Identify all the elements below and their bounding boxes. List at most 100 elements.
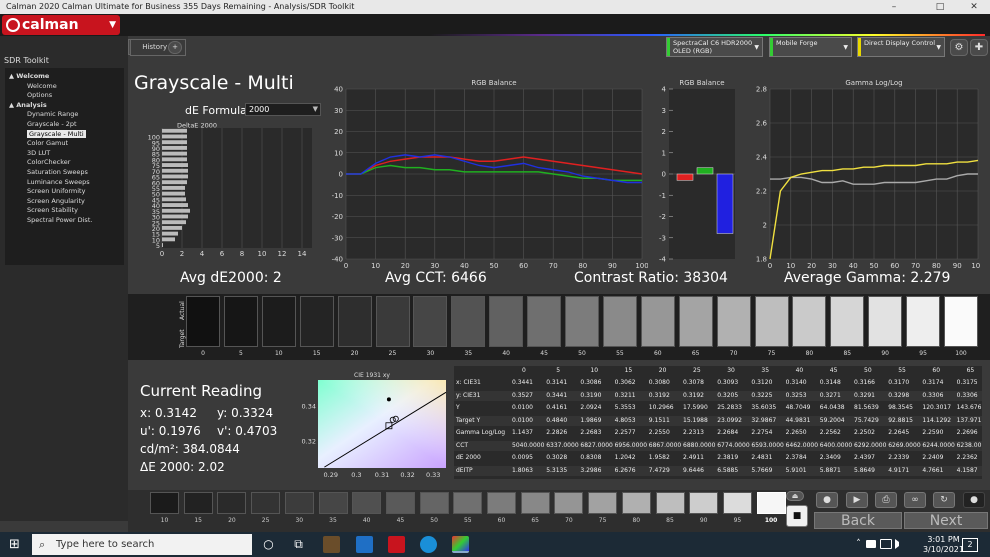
patch-swatch-50[interactable]	[419, 492, 449, 514]
table-row[interactable]: Y 0.0100 0.4161 2.0924 5.3553 10.2966 17.5990 2…	[454, 403, 982, 414]
save-button[interactable]: ⎙	[875, 492, 897, 508]
back-button[interactable]: Back	[814, 512, 902, 529]
nav-item-8[interactable]: 3D LUT	[27, 149, 50, 157]
refresh-button[interactable]: ↻	[933, 492, 955, 508]
file-explorer-icon[interactable]	[323, 536, 340, 553]
meter-selector[interactable]: SpectraCal C6 HDR2000 OLED (RGB) ▼	[666, 37, 763, 57]
nav-item-10[interactable]: Saturation Sweeps	[27, 168, 88, 176]
nav-item-11[interactable]: Luminance Sweeps	[27, 178, 90, 186]
play-button[interactable]: ▶	[846, 492, 868, 508]
nav-item-12[interactable]: Screen Uniformity	[27, 187, 85, 195]
patch-swatch-75[interactable]	[588, 492, 618, 514]
nav-group-0[interactable]: ▲ Welcome	[9, 72, 49, 80]
nav-item-7[interactable]: Color Gamut	[27, 139, 68, 147]
calman-logo[interactable]: calman ▼	[2, 15, 120, 35]
table-cell: 2.2683	[580, 429, 602, 436]
patch-swatch-15[interactable]	[183, 492, 213, 514]
nav-item-1[interactable]: Welcome	[27, 82, 57, 90]
network-icon[interactable]	[880, 539, 892, 549]
patch-swatch-70[interactable]	[554, 492, 584, 514]
table-cell: 2.2684	[717, 429, 739, 436]
patch-swatch-95[interactable]	[722, 492, 752, 514]
y-tick-label: -30	[332, 234, 343, 242]
table-row[interactable]: y: CIE31 0.3527 0.3441 0.3190 0.3211 0.3192 0.…	[454, 390, 982, 401]
edge-browser-icon[interactable]	[420, 536, 437, 553]
nav-item-15[interactable]: Spectral Power Dist.	[27, 216, 92, 224]
notification-icon[interactable]: 2	[962, 538, 978, 552]
x-tick-label: 20	[401, 262, 410, 270]
y-tick-label: -20	[332, 213, 343, 221]
nav-group-3[interactable]: ▲ Analysis	[9, 101, 47, 109]
patch-swatch-25[interactable]	[251, 492, 281, 514]
tray-chevron-icon[interactable]: ˄	[850, 536, 867, 553]
maximize-button[interactable]: □	[926, 0, 954, 14]
patch-swatch-80[interactable]	[621, 492, 651, 514]
table-row[interactable]: CCT 5040.0000 6337.0000 6827.0000 6956.0000 6…	[454, 440, 982, 451]
delta-e-bar	[162, 191, 185, 196]
record-dark-button[interactable]: ●	[963, 492, 985, 508]
nav-item-14[interactable]: Screen Stability	[27, 206, 78, 214]
patch-swatch-90[interactable]	[689, 492, 719, 514]
nav-item-5[interactable]: Grayscale - 2pt	[27, 120, 77, 128]
de-formula-select[interactable]: 2000 ▼	[245, 103, 321, 116]
battery-icon[interactable]	[866, 540, 876, 548]
refresh-icon: ↻	[940, 495, 948, 505]
patch-swatch-85[interactable]	[655, 492, 685, 514]
display-name: Direct Display Control	[864, 39, 936, 47]
next-button[interactable]: Next	[904, 512, 988, 529]
patch-swatch-label: 35	[329, 517, 337, 524]
patch-swatch-65[interactable]	[520, 492, 550, 514]
table-row[interactable]: Target Y 0.0100 0.4840 1.9869 4.8053 9.1511 15…	[454, 415, 982, 426]
meter-name: SpectraCal C6 HDR2000	[673, 39, 753, 47]
patch-swatch-20[interactable]	[217, 492, 247, 514]
cortana-icon[interactable]: ○	[260, 536, 277, 553]
table-row[interactable]: x: CIE31 0.3441 0.3141 0.3086 0.3062 0.3080 0.…	[454, 378, 982, 389]
display-selector[interactable]: Direct Display Control ▼	[857, 37, 945, 57]
save-icon: ⎙	[882, 495, 890, 505]
patch-swatch-100[interactable]	[756, 492, 786, 514]
patch-swatch-35[interactable]	[318, 492, 348, 514]
taskbar-search-box[interactable]: ⌕ Type here to search	[32, 534, 252, 555]
logo-text: calman	[22, 17, 79, 33]
system-clock[interactable]: 3:01 PM 3/10/2021	[923, 535, 964, 555]
nav-item-6[interactable]: Grayscale - Multi	[27, 129, 86, 138]
nav-item-13[interactable]: Screen Angularity	[27, 197, 85, 205]
nav-item-2[interactable]: Options	[27, 91, 52, 99]
volume-icon[interactable]	[895, 539, 905, 549]
record-button[interactable]: ●	[816, 492, 838, 508]
stop-button[interactable]: ■	[786, 505, 808, 527]
table-row[interactable]: Gamma Log/Log 1.1437 2.2826 2.2683 2.2577 2.2…	[454, 428, 982, 439]
loop-button[interactable]: ∞	[904, 492, 926, 508]
mail-icon[interactable]	[356, 536, 373, 553]
close-button[interactable]: ✕	[960, 0, 988, 14]
x-tick-label: 40	[849, 262, 858, 270]
window-title: Calman 2020 Calman Ultimate for Business…	[6, 2, 355, 11]
add-tab-button[interactable]: +	[168, 41, 182, 54]
source-selector[interactable]: Mobile Forge ▼	[769, 37, 852, 57]
table-row[interactable]: dE 2000 0.0095 0.3028 0.8308 1.2042 1.9582 2.4…	[454, 453, 982, 464]
settings-button[interactable]: ⚙	[950, 39, 968, 56]
patch-swatch-30[interactable]	[284, 492, 314, 514]
eject-button[interactable]: ⏏	[786, 491, 804, 501]
table-cell: 5.8871	[819, 466, 841, 474]
minimize-button[interactable]: –	[880, 0, 908, 14]
patch-swatch-45[interactable]	[385, 492, 415, 514]
windows-start-icon[interactable]: ⊞	[6, 536, 23, 553]
gray-patch-label: 65	[691, 350, 700, 357]
task-view-icon[interactable]: ⧉	[290, 536, 307, 553]
patch-swatch-10[interactable]	[150, 492, 179, 514]
table-row[interactable]: dEITP 1.8063 5.3135 3.2986 6.2676 7.4729 9.644…	[454, 465, 982, 476]
patch-swatch-label: 50	[430, 517, 438, 524]
expand-button[interactable]: ✚	[970, 39, 988, 56]
table-cell: 0.0100	[512, 416, 533, 424]
patch-swatch-55[interactable]	[453, 492, 483, 514]
x-tick-label: 100	[971, 262, 980, 270]
calman-taskbar-icon[interactable]	[452, 536, 469, 553]
gift-app-icon[interactable]	[388, 536, 405, 553]
patch-swatch-40[interactable]	[352, 492, 382, 514]
y-tick-label: 2.6	[756, 120, 768, 128]
nav-item-4[interactable]: Dynamic Range	[27, 110, 78, 118]
patch-swatch-label: 15	[194, 517, 202, 524]
patch-swatch-60[interactable]	[487, 492, 516, 514]
nav-item-9[interactable]: ColorChecker	[27, 158, 70, 166]
